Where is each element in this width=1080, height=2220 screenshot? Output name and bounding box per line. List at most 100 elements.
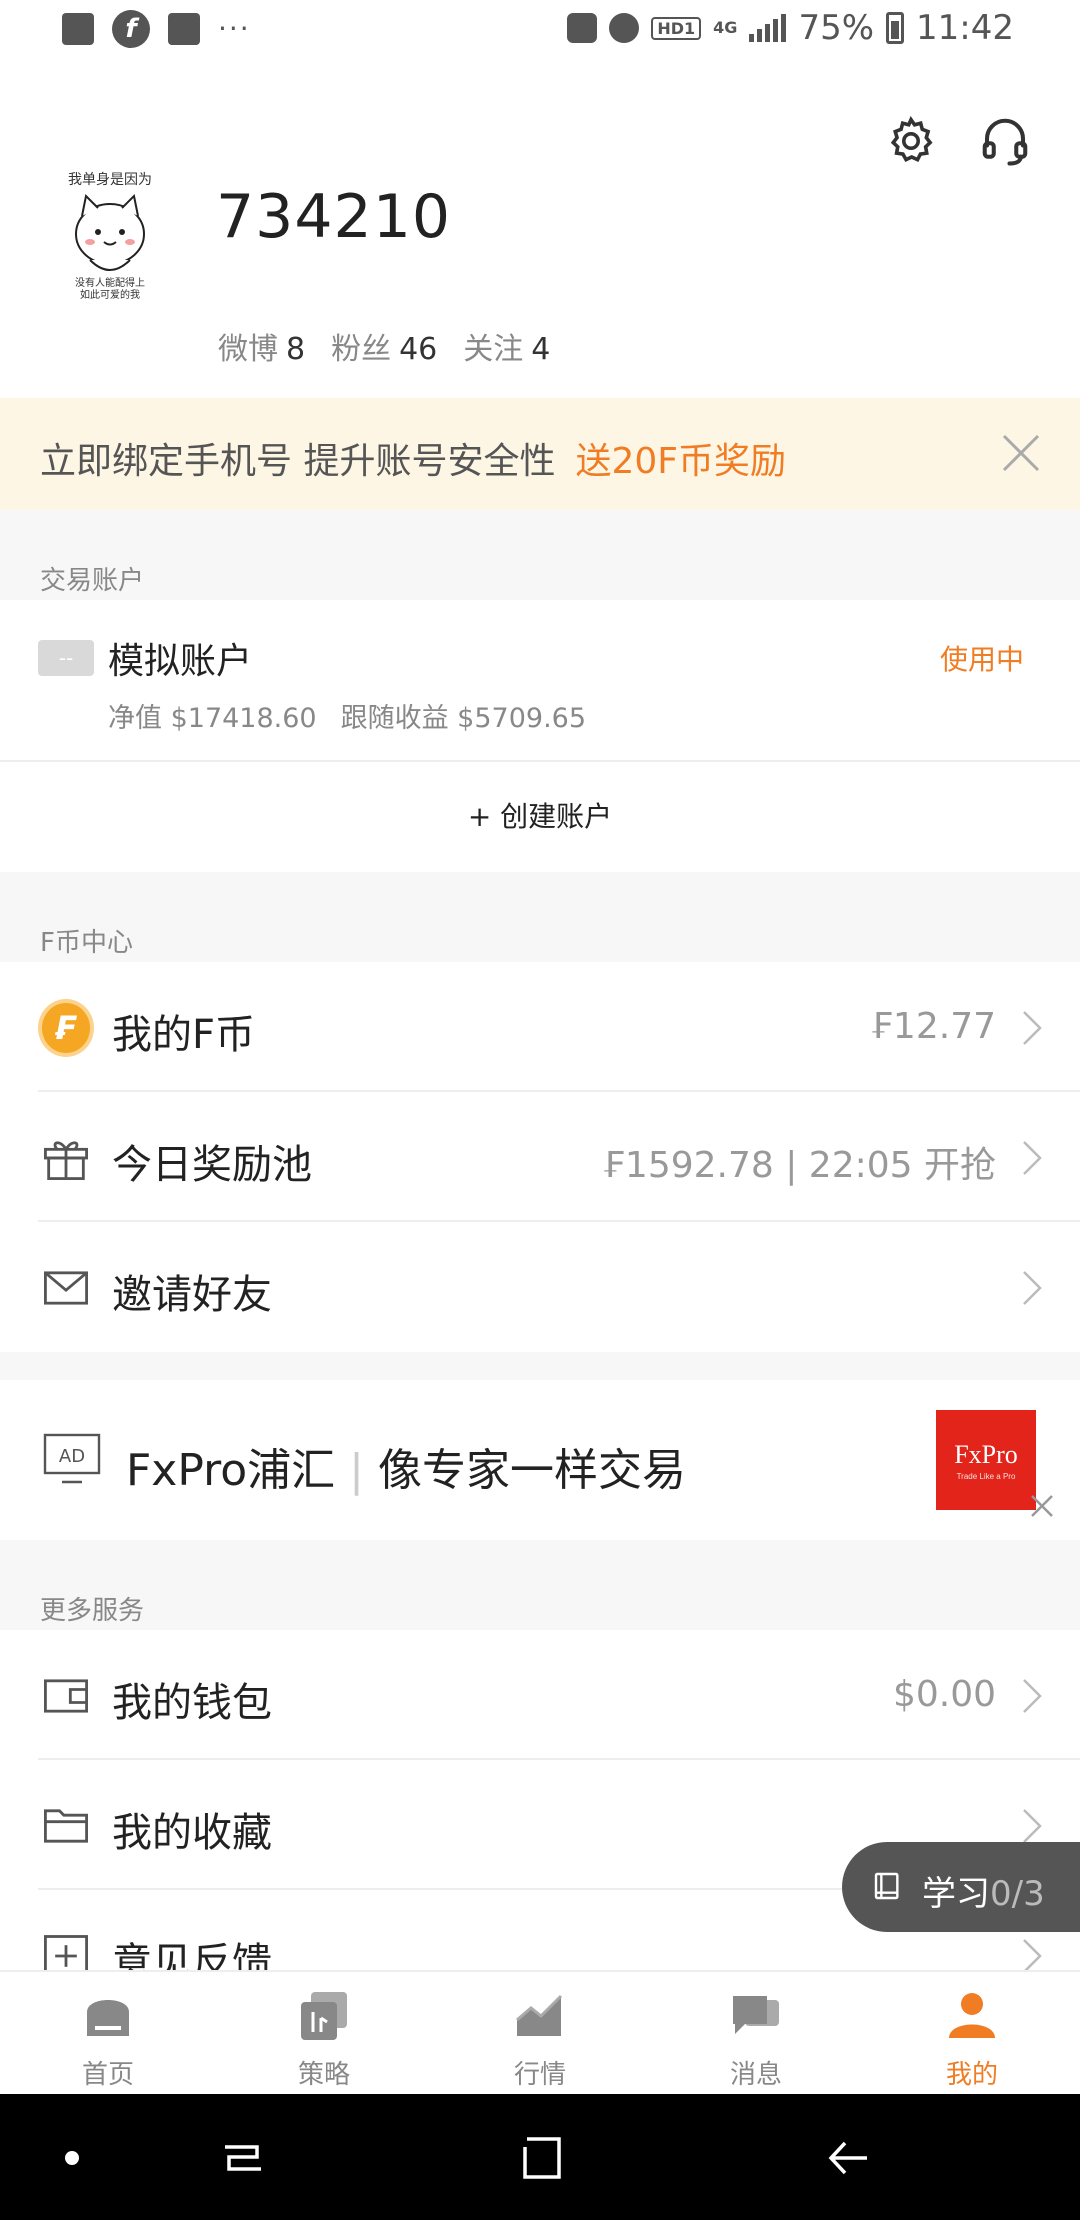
settings-button[interactable]: [882, 112, 940, 170]
header-actions: [882, 112, 1034, 170]
account-follow-profit: 跟随收益 $5709.65: [340, 703, 587, 734]
bind-phone-banner[interactable]: 立即绑定手机号 提升账号安全性 送20F币奖励: [0, 398, 1080, 510]
tab-market[interactable]: 行情: [432, 1972, 648, 2094]
banner-reward: 送20F币奖励: [575, 441, 786, 482]
home-button[interactable]: [512, 2128, 572, 2188]
recent-apps-button[interactable]: [212, 2128, 272, 2188]
tab-label: 消息: [729, 2060, 782, 2090]
account-name: 模拟账户: [108, 641, 253, 682]
cat-avatar-image: 我单身是因为 没有人能配得上 如此可爱的我: [40, 162, 180, 302]
clock: 11:42: [916, 8, 1014, 48]
stat-value: 8: [286, 332, 306, 367]
list-item-value: ₣1592.78 | 22:05 开抢: [602, 1145, 996, 1186]
book-icon: [874, 1872, 899, 1900]
stat-followers[interactable]: 粉丝 46: [331, 324, 437, 368]
list-item-label: 我的钱包: [112, 1680, 272, 1726]
network-type: 4G: [713, 18, 738, 37]
logo-tagline: Trade Like a Pro: [956, 1472, 1016, 1481]
chevron-right-icon: [1023, 1271, 1042, 1305]
study-floating-button[interactable]: 学习0/3: [842, 1842, 1080, 1932]
sync-icon: [567, 13, 598, 43]
battery-icon: [886, 12, 905, 44]
message-icon: [733, 1996, 779, 2034]
banner-close-button[interactable]: [998, 430, 1044, 476]
section-title: 交易账户: [40, 566, 145, 596]
back-button[interactable]: [818, 2128, 878, 2188]
list-item-my-fcoin[interactable]: ₣ 我的F币 ₣12.77: [0, 962, 1080, 1092]
wallet-icon: [38, 1668, 94, 1724]
stat-label: 关注: [463, 332, 524, 367]
folder-icon: [38, 1798, 94, 1854]
list-item-value: ₣12.77: [870, 1006, 996, 1047]
account-type-badge: --: [38, 640, 94, 676]
account-card[interactable]: -- 模拟账户 使用中 净值 $17418.60 跟随收益 $5709.65: [0, 602, 1080, 762]
feedback-icon: [38, 1928, 94, 1970]
notification-icons: f ···: [62, 10, 251, 48]
dot-icon: [65, 2151, 79, 2165]
home-icon: [87, 2000, 129, 2036]
customer-service-button[interactable]: [976, 112, 1034, 170]
svg-text:如此可爱的我: 如此可爱的我: [80, 288, 140, 301]
ad-title: FxPro浦汇 | 像专家一样交易: [126, 1434, 686, 1498]
tab-home[interactable]: 首页: [0, 1972, 216, 2094]
chevron-right-icon: [1023, 1809, 1042, 1843]
avatar[interactable]: 我单身是因为 没有人能配得上 如此可爱的我: [40, 162, 180, 302]
profile-stats: 微博 8 粉丝 46 关注 4: [218, 324, 550, 368]
username: 734210: [216, 182, 452, 252]
home-square-icon: [523, 2137, 561, 2179]
svg-text:AD: AD: [59, 1446, 85, 1467]
list-item-label: 今日奖励池: [112, 1142, 312, 1188]
tab-label: 行情: [513, 2060, 566, 2090]
gift-icon: [38, 1130, 94, 1186]
create-account-button[interactable]: + 创建账户: [0, 762, 1080, 872]
list-item-label: 意见反馈: [112, 1940, 272, 1970]
banner-message: 立即绑定手机号 提升账号安全性: [40, 441, 556, 482]
study-text: 学习0/3: [922, 1866, 1045, 1915]
account-equity: 净值 $17418.60: [108, 703, 317, 734]
fxpro-logo[interactable]: FxPro Trade Like a Pro: [936, 1410, 1036, 1510]
market-icon: [516, 1994, 563, 2036]
tab-messages[interactable]: 消息: [648, 1972, 864, 2094]
list-item-invite-friends[interactable]: 邀请好友: [0, 1222, 1080, 1352]
section-title: 更多服务: [40, 1596, 145, 1626]
tab-label: 首页: [81, 2060, 134, 2090]
section-fcoin-center: F币中心: [0, 872, 1080, 962]
system-icons: HD1 4G 75% 11:42: [567, 8, 1014, 48]
tab-label: 我的: [945, 2060, 998, 2090]
list-item-wallet[interactable]: 我的钱包 $0.00: [0, 1630, 1080, 1760]
section-spacer: [0, 1352, 1080, 1380]
coin-icon: ₣: [38, 999, 94, 1057]
hd-voice-icon: HD1: [651, 16, 702, 40]
stat-weibo[interactable]: 微博 8: [218, 324, 305, 368]
profile-icon: [949, 1993, 995, 2038]
strategy-icon: [301, 1992, 347, 2040]
list-item-reward-pool[interactable]: 今日奖励池 ₣1592.78 | 22:05 开抢: [0, 1092, 1080, 1222]
nav-dot-button[interactable]: [42, 2128, 102, 2188]
svg-text:没有人能配得上: 没有人能配得上: [75, 276, 145, 289]
logo-text: FxPro: [954, 1440, 1018, 1469]
back-arrow-icon: [828, 2141, 867, 2175]
system-navigation-bar: [0, 2094, 1080, 2220]
list-item-label: 邀请好友: [112, 1272, 272, 1318]
chevron-right-icon: [1023, 1011, 1042, 1045]
stat-label: 微博: [218, 332, 278, 367]
tab-label: 策略: [297, 2060, 350, 2090]
tab-strategy[interactable]: 策略: [216, 1972, 432, 2094]
section-trading-account: 交易账户: [0, 510, 1080, 600]
close-icon: [1002, 434, 1040, 472]
study-progress: 0/3: [990, 1874, 1045, 1914]
close-icon: [1031, 1495, 1053, 1517]
coin-icon-wrap: ₣: [38, 999, 94, 1057]
section-title: F币中心: [40, 928, 133, 958]
stat-value: 46: [399, 332, 438, 367]
stat-following[interactable]: 关注 4: [463, 324, 550, 368]
tab-me[interactable]: 我的: [864, 1972, 1080, 2094]
profile-header: 我单身是因为 没有人能配得上 如此可爱的我 734210 微博 8 粉丝 46 关注…: [0, 62, 1080, 398]
app-notification-icon: f: [112, 10, 150, 48]
signal-icon: [749, 14, 787, 42]
ad-close-button[interactable]: [1028, 1492, 1056, 1520]
headset-icon: [982, 118, 1028, 166]
ad-banner[interactable]: AD FxPro浦汇 | 像专家一样交易 FxPro Trade Like a Pr…: [0, 1380, 1080, 1540]
mail-icon: [38, 1260, 94, 1316]
ad-brand: FxPro浦汇: [126, 1445, 336, 1496]
